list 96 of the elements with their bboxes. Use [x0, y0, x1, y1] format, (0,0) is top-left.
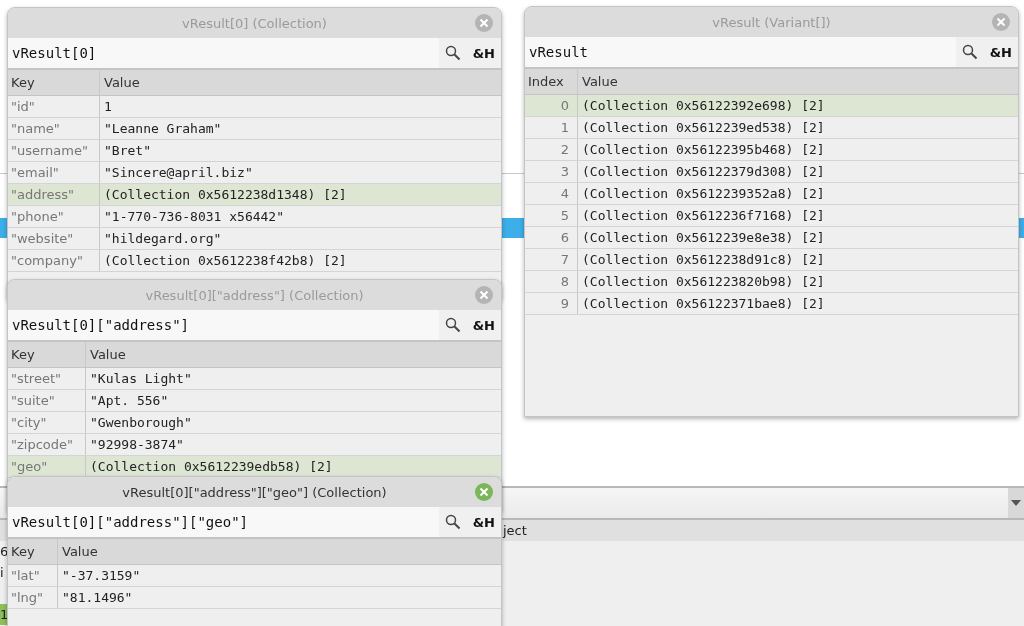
table-row[interactable]: "company" (Collection 0x5612238f42b8) [2]: [8, 250, 501, 272]
value-cell-text: "1-770-736-8031 x56442": [103, 208, 285, 226]
table-row[interactable]: 7 (Collection 0x5612238d91c8) [2]: [525, 249, 1018, 271]
key-cell: "lat": [8, 565, 58, 586]
search-icon: [444, 45, 461, 61]
key-cell: "address": [8, 184, 100, 205]
key-cell: 6: [525, 227, 578, 248]
table-row[interactable]: "lat" "-37.3159": [8, 565, 501, 587]
key-cell: "name": [8, 118, 100, 139]
key-cell: 3: [525, 161, 578, 182]
table-row[interactable]: "city" "Gwenborough": [8, 412, 501, 434]
table-row[interactable]: 4 (Collection 0x5612239352a8) [2]: [525, 183, 1018, 205]
key-cell: "zipcode": [8, 434, 86, 455]
column-header[interactable]: Value: [58, 539, 501, 564]
key-cell: "lng": [8, 587, 58, 608]
table-row[interactable]: "phone" "1-770-736-8031 x56442": [8, 206, 501, 228]
dropdown-arrow-icon: [1011, 500, 1021, 506]
value-cell-text: "Bret": [103, 142, 152, 160]
table-row[interactable]: "website" "hildegard.org": [8, 228, 501, 250]
key-cell: 8: [525, 271, 578, 292]
value-cell-text: (Collection 0x56122379d308) [2]: [581, 163, 826, 181]
value-cell-text: "hildegard.org": [103, 230, 223, 248]
value-cell-text: "92998-3874": [89, 436, 185, 454]
table-row[interactable]: 2 (Collection 0x56122395b468) [2]: [525, 139, 1018, 161]
value-cell-text: (Collection 0x56122371bae8) [2]: [581, 295, 826, 313]
search-icon: [444, 514, 461, 530]
window-title: vResult (Variant[]): [712, 14, 831, 30]
value-cell-text: (Collection 0x5612236f7168) [2]: [581, 207, 826, 225]
value-cell-text: "81.1496": [61, 589, 134, 607]
value-cell-text: "-37.3159": [61, 567, 142, 585]
value-cell-text: (Collection 0x5612238f42b8) [2]: [103, 252, 348, 270]
key-cell: "website": [8, 228, 100, 249]
value-cell-text: "Kulas Light": [89, 370, 193, 388]
value-cell-text: (Collection 0x5612238d1348) [2]: [103, 186, 348, 204]
key-cell: "company": [8, 250, 100, 271]
column-header[interactable]: Value: [100, 70, 501, 95]
key-cell: 0: [525, 95, 578, 116]
table-row[interactable]: "street" "Kulas Light": [8, 368, 501, 390]
table-row[interactable]: "address" (Collection 0x5612238d1348) [2]: [8, 184, 501, 206]
table-row[interactable]: 3 (Collection 0x56122379d308) [2]: [525, 161, 1018, 183]
table-row[interactable]: 8 (Collection 0x561223820b98) [2]: [525, 271, 1018, 293]
value-cell-text: (Collection 0x56122392e698) [2]: [581, 97, 826, 115]
key-cell: "city": [8, 412, 86, 433]
table-row[interactable]: "name" "Leanne Graham": [8, 118, 501, 140]
value-cell-text: (Collection 0x5612239e8e38) [2]: [581, 229, 826, 247]
key-cell: 2: [525, 139, 578, 160]
key-cell: 9: [525, 293, 578, 314]
table-row[interactable]: "lng" "81.1496": [8, 587, 501, 609]
search-icon: [961, 44, 978, 60]
key-cell: "email": [8, 162, 100, 183]
value-cell-text: (Collection 0x56122395b468) [2]: [581, 141, 826, 159]
key-cell: "suite": [8, 390, 86, 411]
path-field[interactable]: vResult[0]: [8, 38, 439, 68]
table-row[interactable]: 9 (Collection 0x56122371bae8) [2]: [525, 293, 1018, 315]
value-cell-text: "Gwenborough": [89, 414, 193, 432]
table-row[interactable]: 6 (Collection 0x5612239e8e38) [2]: [525, 227, 1018, 249]
table-row[interactable]: "suite" "Apt. 556": [8, 390, 501, 412]
key-cell: 7: [525, 249, 578, 270]
value-cell-text: 1: [103, 98, 113, 116]
row-text: i: [0, 564, 5, 582]
key-cell: "id": [8, 96, 100, 117]
table-row[interactable]: 5 (Collection 0x5612236f7168) [2]: [525, 205, 1018, 227]
table-row[interactable]: "geo" (Collection 0x5612239edb58) [2]: [8, 456, 501, 478]
path-field[interactable]: vResult[0]["address"]["geo"]: [8, 507, 439, 537]
path-field[interactable]: vResult[0]["address"]: [8, 310, 439, 340]
table-row[interactable]: "username" "Bret": [8, 140, 501, 162]
value-cell-text: "Leanne Graham": [103, 120, 223, 138]
window-title: vResult[0]["address"]["geo"] (Collection): [122, 484, 387, 500]
key-cell: "username": [8, 140, 100, 161]
key-cell: 5: [525, 205, 578, 226]
value-cell-text: "Sincere@april.biz": [103, 164, 254, 182]
value-cell-text: (Collection 0x5612239ed538) [2]: [581, 119, 826, 137]
window-title: vResult[0] (Collection): [182, 15, 327, 31]
value-cell-text: (Collection 0x561223820b98) [2]: [581, 273, 826, 291]
key-cell: 1: [525, 117, 578, 138]
table-row[interactable]: 0 (Collection 0x56122392e698) [2]: [525, 95, 1018, 117]
key-cell: "phone": [8, 206, 100, 227]
value-cell-text: "Apt. 556": [89, 392, 170, 410]
path-field[interactable]: vResult: [525, 37, 956, 67]
table-row[interactable]: "id" 1: [8, 96, 501, 118]
column-header[interactable]: Value: [86, 342, 501, 367]
value-cell-text: (Collection 0x5612239352a8) [2]: [581, 185, 826, 203]
key-cell: "street": [8, 368, 86, 389]
search-icon: [444, 317, 461, 333]
key-cell: 4: [525, 183, 578, 204]
value-cell-text: (Collection 0x5612238d91c8) [2]: [581, 251, 826, 269]
column-header: ject: [503, 523, 527, 538]
column-header[interactable]: Value: [578, 69, 1018, 94]
column-header[interactable]: Key: [8, 539, 58, 564]
value-cell-text: (Collection 0x5612239edb58) [2]: [89, 458, 334, 476]
column-header[interactable]: Key: [8, 342, 86, 367]
row-text: 6: [0, 543, 8, 561]
window-title: vResult[0]["address"] (Collection): [145, 287, 364, 303]
column-header[interactable]: Index: [525, 69, 578, 94]
column-header[interactable]: Key: [8, 70, 100, 95]
table-row[interactable]: 1 (Collection 0x5612239ed538) [2]: [525, 117, 1018, 139]
